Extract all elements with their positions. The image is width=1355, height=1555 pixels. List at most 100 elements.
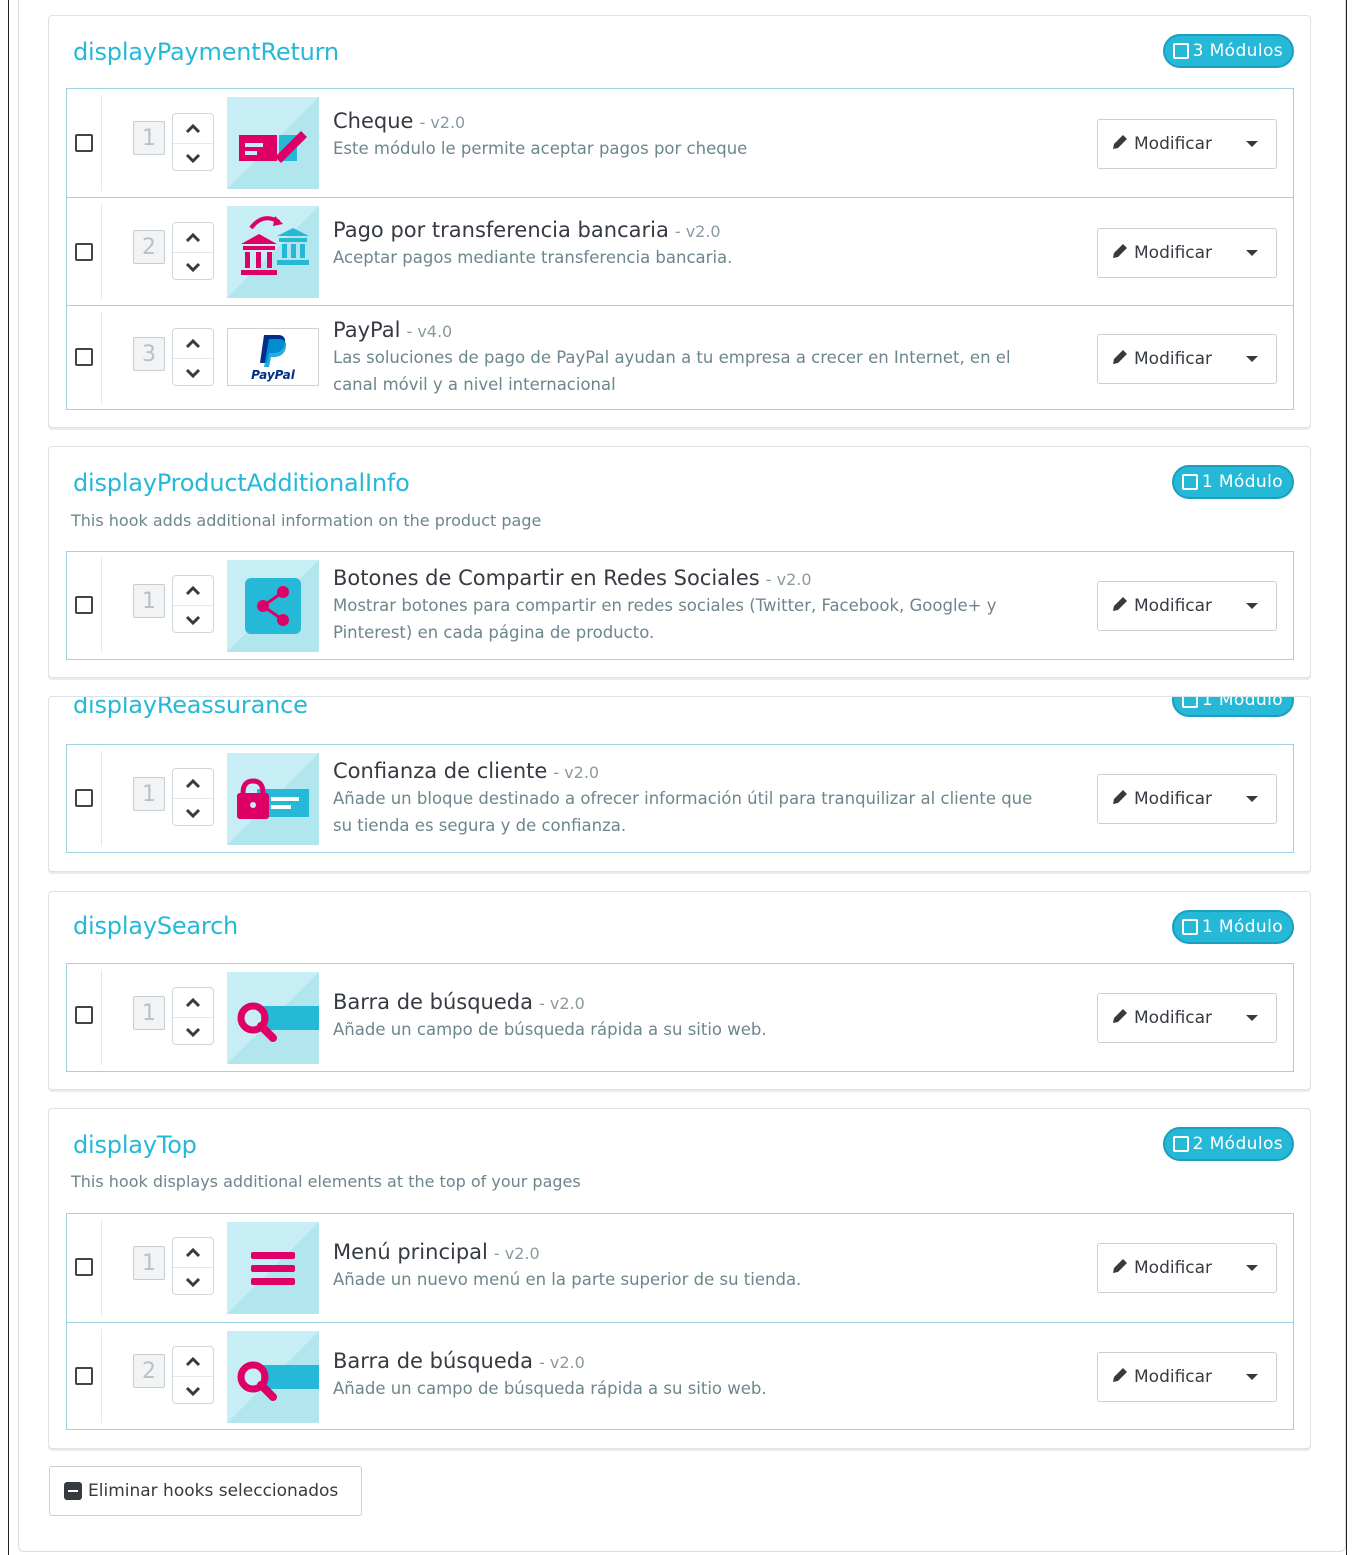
module-name: Barra de búsqueda	[333, 1349, 533, 1373]
module-version: - v2.0	[765, 570, 812, 589]
module-list: 1 Cheque - v2.0 Este módulo le permite ac…	[66, 88, 1294, 410]
module-count-badge[interactable]: 1 Módulo	[1171, 465, 1294, 499]
main-menu-icon	[227, 1222, 319, 1314]
checkbox-icon	[1181, 474, 1198, 490]
checkbox-icon	[1172, 1136, 1189, 1152]
module-version: - v2.0	[553, 763, 600, 782]
module-checkbox[interactable]	[75, 1367, 93, 1385]
hook-title[interactable]: displayReassurance	[73, 697, 308, 719]
caret-down-icon[interactable]	[1246, 250, 1258, 256]
chevron-down-icon[interactable]	[173, 1017, 213, 1046]
module-name: Confianza de cliente	[333, 759, 548, 783]
caret-down-icon[interactable]	[1246, 796, 1258, 802]
row-divider	[101, 1329, 102, 1423]
modify-label: Modificar	[1134, 596, 1213, 616]
module-row: 2 Pago por transferencia bancaria - v2.0…	[67, 197, 1293, 305]
caret-down-icon[interactable]	[1246, 1374, 1258, 1380]
module-checkbox[interactable]	[75, 243, 93, 261]
module-count-badge[interactable]: 2 Módulos	[1162, 1127, 1294, 1161]
modify-button[interactable]: Modificar	[1097, 228, 1277, 278]
module-description: Añade un nuevo menú en la parte superior…	[333, 1270, 802, 1289]
row-divider	[101, 1220, 102, 1316]
reassurance-lock-icon	[227, 753, 319, 845]
chevron-up-icon[interactable]	[173, 988, 213, 1017]
module-version: - v2.0	[419, 113, 466, 132]
module-name: PayPal	[333, 318, 401, 342]
hook-title[interactable]: displayProductAdditionalInfo	[73, 469, 410, 497]
module-checkbox[interactable]	[75, 134, 93, 152]
modify-button[interactable]: Modificar	[1097, 119, 1277, 169]
row-divider	[101, 558, 102, 653]
search-bar-icon	[227, 972, 319, 1064]
module-row: 1 Cheque - v2.0 Este módulo le permite ac…	[67, 89, 1293, 197]
pencil-icon	[1110, 595, 1130, 618]
position-number: 1	[133, 584, 165, 618]
chevron-down-icon[interactable]	[173, 605, 213, 634]
module-checkbox[interactable]	[75, 348, 93, 366]
module-info: Barra de búsqueda - v2.0 Añade un campo d…	[333, 1349, 1053, 1402]
module-name: Pago por transferencia bancaria	[333, 218, 669, 242]
position-number: 1	[133, 1246, 165, 1280]
chevron-up-icon[interactable]	[173, 1347, 213, 1376]
module-list: 1 Confianza de cliente - v2.0 Añade un b…	[66, 744, 1294, 853]
caret-down-icon[interactable]	[1246, 1015, 1258, 1021]
caret-down-icon[interactable]	[1246, 356, 1258, 362]
chevron-down-icon[interactable]	[173, 1267, 213, 1296]
caret-down-icon[interactable]	[1246, 603, 1258, 609]
modify-button[interactable]: Modificar	[1097, 581, 1277, 631]
hook-panel-displayPaymentReturn: displayPaymentReturn 3 Módulos 1 Cheque …	[48, 15, 1311, 428]
chevron-down-icon[interactable]	[173, 358, 213, 387]
modify-button[interactable]: Modificar	[1097, 774, 1277, 824]
modify-button[interactable]: Modificar	[1097, 993, 1277, 1043]
pencil-icon	[1110, 242, 1130, 265]
module-checkbox[interactable]	[75, 596, 93, 614]
chevron-up-icon[interactable]	[173, 114, 213, 143]
pencil-icon	[1110, 788, 1130, 811]
module-description: Aceptar pagos mediante transferencia ban…	[333, 248, 733, 267]
position-number: 3	[133, 337, 165, 371]
module-list: 1 Botones de Compartir en Redes Sociales…	[66, 551, 1294, 660]
pencil-icon	[1110, 1257, 1130, 1280]
chevron-down-icon[interactable]	[173, 798, 213, 827]
modify-button[interactable]: Modificar	[1097, 334, 1277, 384]
search-bar-icon	[227, 1331, 319, 1423]
chevron-up-icon[interactable]	[173, 329, 213, 358]
module-count-badge[interactable]: 1 Módulo	[1171, 697, 1294, 717]
chevron-down-icon[interactable]	[173, 252, 213, 281]
module-list: 1 Barra de búsqueda - v2.0 Añade un campo…	[66, 963, 1294, 1072]
row-divider	[101, 95, 102, 191]
delete-selected-hooks-button[interactable]: Eliminar hooks seleccionados	[49, 1466, 362, 1516]
hook-title[interactable]: displayPaymentReturn	[73, 38, 339, 66]
position-number: 2	[133, 230, 165, 264]
module-checkbox[interactable]	[75, 789, 93, 807]
caret-down-icon[interactable]	[1246, 1265, 1258, 1271]
caret-down-icon[interactable]	[1246, 141, 1258, 147]
module-count-badge[interactable]: 3 Módulos	[1162, 34, 1294, 68]
module-count-badge[interactable]: 1 Módulo	[1171, 910, 1294, 944]
module-info: Barra de búsqueda - v2.0 Añade un campo d…	[333, 990, 1053, 1043]
chevron-up-icon[interactable]	[173, 1238, 213, 1267]
module-info: Menú principal - v2.0 Añade un nuevo menú…	[333, 1240, 1053, 1293]
modify-button[interactable]: Modificar	[1097, 1243, 1277, 1293]
module-description: Mostrar botones para compartir en redes …	[333, 596, 997, 642]
module-description: Las soluciones de pago de PayPal ayudan …	[333, 348, 1011, 394]
module-row: 1 Confianza de cliente - v2.0 Añade un b…	[67, 745, 1293, 852]
module-row: 1 Botones de Compartir en Redes Sociales…	[67, 552, 1293, 659]
modify-button[interactable]: Modificar	[1097, 1352, 1277, 1402]
hook-description: This hook displays additional elements a…	[71, 1172, 581, 1191]
module-checkbox[interactable]	[75, 1258, 93, 1276]
chevron-up-icon[interactable]	[173, 223, 213, 252]
hook-title[interactable]: displaySearch	[73, 912, 238, 940]
bank-transfer-icon	[227, 206, 319, 298]
module-checkbox[interactable]	[75, 1006, 93, 1024]
modify-label: Modificar	[1134, 1367, 1213, 1387]
module-version: - v2.0	[538, 1353, 585, 1372]
hook-title[interactable]: displayTop	[73, 1131, 197, 1159]
pencil-icon	[1110, 1366, 1130, 1389]
module-name: Menú principal	[333, 1240, 488, 1264]
chevron-up-icon[interactable]	[173, 576, 213, 605]
chevron-up-icon[interactable]	[173, 769, 213, 798]
module-description: Este módulo le permite aceptar pagos por…	[333, 139, 748, 158]
chevron-down-icon[interactable]	[173, 143, 213, 172]
chevron-down-icon[interactable]	[173, 1376, 213, 1405]
